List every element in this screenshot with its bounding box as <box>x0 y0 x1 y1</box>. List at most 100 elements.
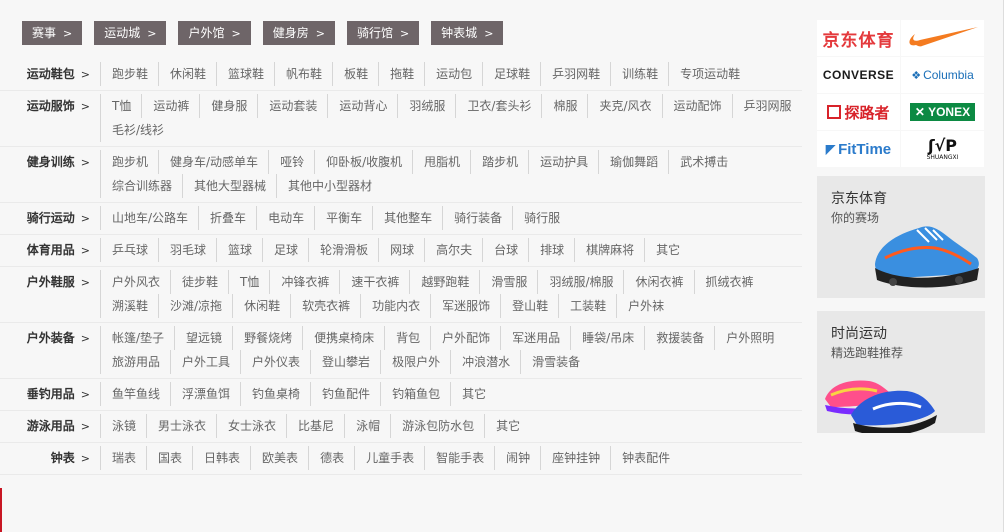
subcategory-link[interactable]: 休闲鞋 <box>232 294 290 318</box>
subcategory-link[interactable]: 篮球鞋 <box>216 62 274 86</box>
subcategory-link[interactable]: 篮球 <box>216 238 262 262</box>
subcategory-link[interactable]: 运动配饰 <box>661 94 732 118</box>
subcategory-link[interactable]: 帐篷/垫子 <box>100 326 174 350</box>
subcategory-link[interactable]: 棉服 <box>541 94 587 118</box>
subcategory-link[interactable]: 哑铃 <box>268 150 314 174</box>
subcategory-link[interactable]: 浮漂鱼饵 <box>170 382 240 406</box>
subcategory-link[interactable]: 比基尼 <box>286 414 344 438</box>
subcategory-link[interactable]: 极限户外 <box>380 350 450 374</box>
subcategory-link[interactable]: 抓绒衣裤 <box>693 270 764 294</box>
subcategory-link[interactable]: 救援装备 <box>644 326 714 350</box>
subcategory-link[interactable]: 台球 <box>482 238 528 262</box>
subcategory-link[interactable]: 望远镜 <box>174 326 232 350</box>
subcategory-link[interactable]: 运动背心 <box>327 94 397 118</box>
subcategory-link[interactable]: 综合训练器 <box>100 174 182 198</box>
subcategory-link[interactable]: 运动护具 <box>528 150 598 174</box>
subcategory-link[interactable]: 瑜伽舞蹈 <box>598 150 668 174</box>
category-title-link[interactable]: 游泳用品 > <box>27 414 90 438</box>
subcategory-link[interactable]: 健身车/动感单车 <box>158 150 268 174</box>
subcategory-link[interactable]: 网球 <box>378 238 424 262</box>
subcategory-link[interactable]: 乒乓球 <box>100 238 158 262</box>
subcategory-link[interactable]: 运动裤 <box>141 94 199 118</box>
subcategory-link[interactable]: 足球 <box>262 238 308 262</box>
channel-tag[interactable]: 健身房 > <box>262 21 335 45</box>
subcategory-link[interactable]: 军迷服饰 <box>430 294 500 318</box>
subcategory-link[interactable]: 专项运动鞋 <box>668 62 750 86</box>
category-title-link[interactable]: 体育用品 > <box>27 238 90 262</box>
subcategory-link[interactable]: 欧美表 <box>250 446 308 470</box>
subcategory-link[interactable]: 泳镜 <box>100 414 146 438</box>
subcategory-link[interactable]: 跑步鞋 <box>100 62 158 86</box>
subcategory-link[interactable]: 跑步机 <box>100 150 158 174</box>
subcategory-link[interactable]: 户外工具 <box>170 350 240 374</box>
subcategory-link[interactable]: 折叠车 <box>198 206 256 230</box>
subcategory-link[interactable]: 踏步机 <box>470 150 528 174</box>
subcategory-link[interactable]: 男士泳衣 <box>146 414 216 438</box>
subcategory-link[interactable]: 鱼竿鱼线 <box>100 382 170 406</box>
subcategory-link[interactable]: 户外风衣 <box>100 270 170 294</box>
subcategory-link[interactable]: 瑞表 <box>100 446 146 470</box>
subcategory-link[interactable]: 其它 <box>644 238 690 262</box>
category-title-link[interactable]: 运动鞋包 > <box>27 62 90 86</box>
subcategory-link[interactable]: 智能手表 <box>424 446 494 470</box>
category-title-link[interactable]: 健身训练 > <box>27 150 90 174</box>
subcategory-link[interactable]: 钟表配件 <box>610 446 680 470</box>
subcategory-link[interactable]: 骑行装备 <box>442 206 512 230</box>
subcategory-link[interactable]: 户外配饰 <box>430 326 500 350</box>
subcategory-link[interactable]: 夹克/风衣 <box>587 94 661 118</box>
subcategory-link[interactable]: 钓箱鱼包 <box>380 382 450 406</box>
subcategory-link[interactable]: 游泳包防水包 <box>390 414 484 438</box>
subcategory-link[interactable]: 乒羽网鞋 <box>540 62 610 86</box>
subcategory-link[interactable]: 乒羽网服 <box>731 94 802 118</box>
subcategory-link[interactable]: 闹钟 <box>494 446 540 470</box>
brand-columbia[interactable]: ❖ Columbia <box>901 57 984 93</box>
subcategory-link[interactable]: 日韩表 <box>192 446 250 470</box>
brand-converse[interactable]: CONVERSE <box>817 57 900 93</box>
subcategory-link[interactable]: 溯溪鞋 <box>100 294 158 318</box>
subcategory-link[interactable]: 其他整车 <box>372 206 442 230</box>
subcategory-link[interactable]: T恤 <box>100 94 141 118</box>
subcategory-link[interactable]: 女士泳衣 <box>216 414 286 438</box>
subcategory-link[interactable]: 钓鱼配件 <box>310 382 380 406</box>
subcategory-link[interactable]: 羽毛球 <box>158 238 216 262</box>
subcategory-link[interactable]: 电动车 <box>256 206 314 230</box>
category-title-link[interactable]: 户外鞋服 > <box>27 270 90 294</box>
subcategory-link[interactable]: 训练鞋 <box>610 62 668 86</box>
subcategory-link[interactable]: 拖鞋 <box>378 62 424 86</box>
category-title-link[interactable]: 钟表 > <box>51 446 90 470</box>
subcategory-link[interactable]: 滑雪服 <box>479 270 537 294</box>
subcategory-link[interactable]: 座钟挂钟 <box>540 446 610 470</box>
subcategory-link[interactable]: 国表 <box>146 446 192 470</box>
subcategory-link[interactable]: 甩脂机 <box>412 150 470 174</box>
subcategory-link[interactable]: 羽绒服 <box>397 94 455 118</box>
brand-yonex[interactable]: ✕ YONEX <box>901 94 984 130</box>
subcategory-link[interactable]: T恤 <box>228 270 269 294</box>
channel-tag[interactable]: 运动城 > <box>94 21 167 45</box>
subcategory-link[interactable]: 冲锋衣裤 <box>269 270 339 294</box>
subcategory-link[interactable]: 睡袋/吊床 <box>570 326 644 350</box>
category-title-link[interactable]: 运动服饰 > <box>27 94 90 118</box>
subcategory-link[interactable]: 仰卧板/收腹机 <box>314 150 412 174</box>
subcategory-link[interactable]: 野餐烧烤 <box>232 326 302 350</box>
subcategory-link[interactable]: 户外照明 <box>714 326 784 350</box>
category-title-link[interactable]: 垂钓用品 > <box>27 382 90 406</box>
subcategory-link[interactable]: 高尔夫 <box>424 238 482 262</box>
subcategory-link[interactable]: 速干衣裤 <box>339 270 409 294</box>
subcategory-link[interactable]: 运动包 <box>424 62 482 86</box>
subcategory-link[interactable]: 登山攀岩 <box>310 350 380 374</box>
channel-tag[interactable]: 户外馆 > <box>178 21 251 45</box>
subcategory-link[interactable]: 户外仪表 <box>240 350 310 374</box>
subcategory-link[interactable]: 徒步鞋 <box>170 270 228 294</box>
channel-tag[interactable]: 赛事 > <box>22 21 83 45</box>
subcategory-link[interactable]: 越野跑鞋 <box>409 270 479 294</box>
subcategory-link[interactable]: 健身服 <box>199 94 257 118</box>
subcategory-link[interactable]: 其它 <box>484 414 530 438</box>
channel-tag[interactable]: 骑行馆 > <box>346 21 420 45</box>
subcategory-link[interactable]: 软壳衣裤 <box>290 294 360 318</box>
promo-banner-fashion-sports[interactable]: 时尚运动 精选跑鞋推荐 <box>817 311 985 433</box>
subcategory-link[interactable]: 便携桌椅床 <box>302 326 384 350</box>
subcategory-link[interactable]: 帆布鞋 <box>274 62 332 86</box>
subcategory-link[interactable]: 轮滑滑板 <box>308 238 378 262</box>
subcategory-link[interactable]: 武术搏击 <box>668 150 738 174</box>
promo-banner-jd-sports[interactable]: 京东体育 你的赛场 <box>817 176 985 298</box>
